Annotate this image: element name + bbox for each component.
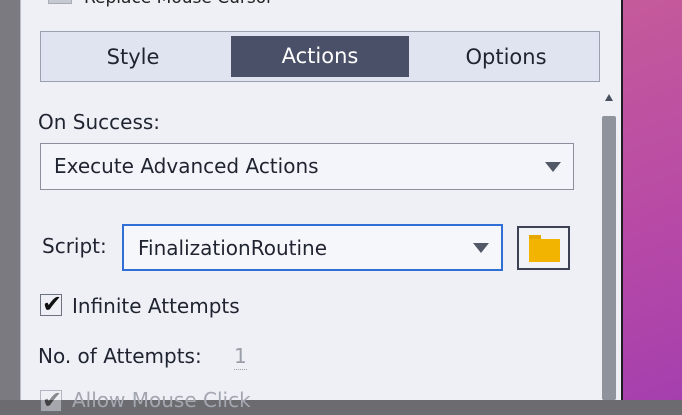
replace-cursor-label: Replace Mouse Cursor <box>84 0 273 8</box>
scrollbar-thumb[interactable] <box>602 116 616 400</box>
scroll-up-arrow-icon[interactable] <box>605 94 613 101</box>
attempts-value-field[interactable]: 1 <box>234 343 247 370</box>
chevron-down-icon <box>545 162 561 172</box>
checkmark-icon: ✔ <box>42 290 63 318</box>
browse-script-button[interactable] <box>517 226 570 270</box>
tab-actions[interactable]: Actions <box>231 36 409 77</box>
script-label: Script: <box>42 234 107 258</box>
folder-icon <box>529 239 560 262</box>
allow-mouse-click-checkbox[interactable]: ✔ <box>40 386 62 414</box>
vertical-scrollbar[interactable] <box>602 92 616 400</box>
properties-tab-bar: Style Actions Options <box>40 31 600 82</box>
on-success-value: Execute Advanced Actions <box>54 154 319 178</box>
on-success-label: On Success: <box>38 110 161 134</box>
checkmark-icon: ✔ <box>42 386 63 414</box>
chevron-down-icon <box>473 243 489 253</box>
infinite-attempts-label: Infinite Attempts <box>72 294 240 318</box>
script-value: FinalizationRoutine <box>138 236 328 260</box>
left-panel-edge <box>0 0 20 400</box>
replace-cursor-checkbox[interactable] <box>48 0 72 4</box>
tab-options[interactable]: Options <box>427 32 585 81</box>
desktop-background <box>620 0 682 400</box>
infinite-attempts-checkbox[interactable]: ✔ <box>40 290 62 318</box>
attempts-label: No. of Attempts: <box>38 344 202 368</box>
script-dropdown[interactable]: FinalizationRoutine <box>122 224 503 271</box>
allow-mouse-click-label: Allow Mouse Click <box>72 388 251 412</box>
tab-style[interactable]: Style <box>55 32 211 81</box>
on-success-dropdown[interactable]: Execute Advanced Actions <box>40 143 574 190</box>
